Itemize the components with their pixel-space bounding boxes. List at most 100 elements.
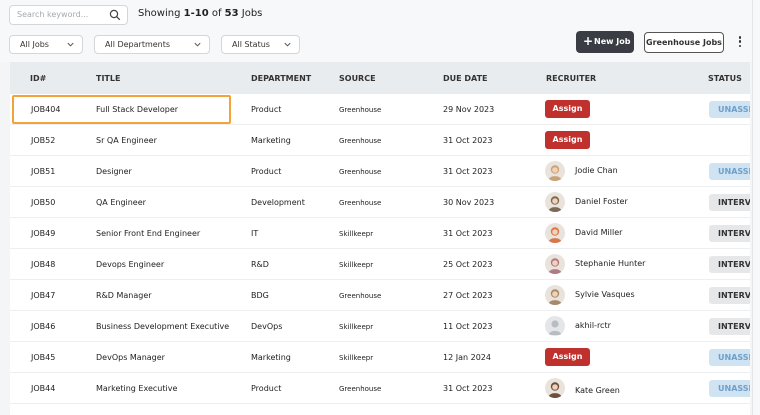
table-row[interactable]: JOB52 Sr QA Engineer Marketing Greenhouse 31… [10,125,750,156]
table-row[interactable]: JOB45 DevOps Manager Marketing Skillkeepr 12… [10,342,750,373]
recruiter-name: Jodie Chan [575,166,618,175]
job-due-date: 29 Nov 2023 [443,105,495,114]
job-title: Marketing Executive [96,384,178,393]
recruiter-name: akhil-rctr [575,321,611,330]
more-options-icon[interactable] [735,36,745,50]
job-due-date: 31 Oct 2023 [443,384,493,393]
job-department: Product [251,167,282,176]
avatar [545,378,565,398]
user-photo-icon [545,223,565,243]
header-title[interactable]: TITLE [96,74,120,83]
status-badge: INTERVIEWING [709,194,750,211]
header-recruiter[interactable]: RECRUITER [546,74,596,83]
job-department: R&D [251,260,269,269]
recruiter-name: Daniel Foster [575,197,628,206]
table-row[interactable]: JOB46 Business Development Executive DevOp… [10,311,750,342]
recruiter-name: Kate Green [575,386,620,395]
assign-button[interactable]: Assign [545,100,590,118]
job-department: IT [251,229,259,238]
header-department[interactable]: DEPARTMENT [251,74,311,83]
job-title: Designer [96,167,132,176]
user-photo-icon [545,378,565,398]
job-source: Greenhouse [339,385,382,393]
chevron-down-icon [194,42,201,47]
chevron-down-icon [67,42,74,47]
status-badge: UNASSIGNED [709,349,750,366]
user-placeholder-icon [545,316,565,336]
job-title: QA Engineer [96,198,146,207]
avatar [545,192,565,212]
job-title: DevOps Manager [96,353,165,362]
plus-icon: + [583,34,594,48]
table-row[interactable]: JOB51 Designer Product Greenhouse 31 Oct 202… [10,156,750,187]
job-source: Greenhouse [339,168,382,176]
header-id[interactable]: ID# [30,74,46,83]
new-job-button[interactable]: + New Job [576,31,634,53]
job-source: Skillkeepr [339,230,374,238]
job-id: JOB49 [31,229,56,238]
job-id: JOB46 [31,322,56,331]
job-department: Marketing [251,136,291,145]
results-summary: Showing 1-10 of 53 Jobs [138,8,263,19]
search-placeholder: Search keyword... [17,10,89,19]
avatar [545,316,565,336]
status-badge: INTERVIEWING [709,256,750,273]
status-badge: UNASSIGNED [709,163,750,180]
table-row[interactable]: JOB48 Devops Engineer R&D Skillkeepr 25 Oct … [10,249,750,280]
job-title: R&D Manager [96,291,152,300]
job-due-date: 30 Nov 2023 [443,198,495,207]
table-row[interactable]: JOB44 Marketing Executive Product Greenhous… [10,373,750,404]
job-department: Product [251,105,282,114]
user-photo-icon [545,192,565,212]
job-source: Greenhouse [339,292,382,300]
header-source[interactable]: SOURCE [339,74,376,83]
status-badge: INTERVIEWING [709,287,750,304]
table-row[interactable]: JOB47 R&D Manager BDG Greenhouse 27 Oct 2023… [10,280,750,311]
job-due-date: 12 Jan 2024 [443,353,491,362]
status-badge: UNASSIGNED [709,380,750,397]
departments-filter-dropdown[interactable]: All Departments [94,35,210,54]
table-row[interactable]: JOB50 QA Engineer Development Greenhouse 30 … [10,187,750,218]
job-source: Greenhouse [339,106,382,114]
greenhouse-jobs-button[interactable]: Greenhouse Jobs [644,32,724,53]
table-row[interactable]: JOB49 Senior Front End Engineer IT Skillkee… [10,218,750,249]
header-status[interactable]: STATUS [708,74,742,83]
job-source: Skillkeepr [339,323,374,331]
avatar [545,285,565,305]
job-title: Senior Front End Engineer [96,229,201,238]
job-department: Product [251,384,282,393]
job-id: JOB47 [31,291,56,300]
jobs-filter-dropdown[interactable]: All Jobs [9,35,83,54]
recruiter-name: Sylvie Vasques [575,290,635,299]
chevron-down-icon [284,42,291,47]
job-source: Skillkeepr [339,354,374,362]
job-id: JOB45 [31,353,56,362]
job-due-date: 25 Oct 2023 [443,260,493,269]
header-due-date[interactable]: DUE DATE [443,74,488,83]
assign-button[interactable]: Assign [545,131,590,149]
table-header: ID# TITLE DEPARTMENT SOURCE DUE DATE REC… [10,62,750,94]
job-title: Devops Engineer [96,260,165,269]
selected-row-highlight [12,95,231,124]
status-badge: INTERVIEWING [709,225,750,242]
job-id: JOB50 [31,198,56,207]
job-due-date: 27 Oct 2023 [443,291,493,300]
recruiter-name: Stephanie Hunter [575,259,646,268]
avatar [545,161,565,181]
search-input[interactable]: Search keyword... [9,5,128,25]
job-department: Marketing [251,353,291,362]
scrollbar[interactable] [752,0,760,415]
assign-button[interactable]: Assign [545,348,590,366]
job-department: BDG [251,291,269,300]
user-photo-icon [545,254,565,274]
job-id: JOB51 [31,167,56,176]
job-department: DevOps [251,322,283,331]
avatar [545,254,565,274]
status-badge: UNASSIGNED [709,101,750,118]
user-photo-icon [545,285,565,305]
user-photo-icon [545,161,565,181]
toolbar: Search keyword... Showing 1-10 of 53 Job… [0,0,760,62]
search-icon[interactable] [109,9,121,21]
status-filter-dropdown[interactable]: All Status [221,35,300,54]
job-source: Greenhouse [339,199,382,207]
